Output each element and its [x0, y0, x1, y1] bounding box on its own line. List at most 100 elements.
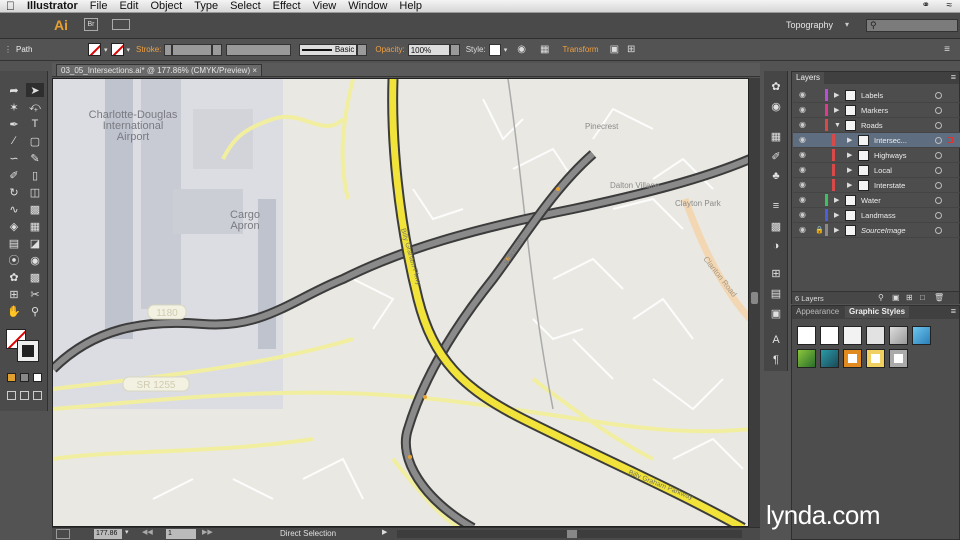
zoom-field[interactable]: 177.86	[94, 529, 122, 539]
layer-row[interactable]: ◉ 🔒 ▶ SourceImage	[793, 223, 960, 238]
expand-right-icon[interactable]: ▶	[847, 148, 852, 163]
menu-window[interactable]: Window	[342, 0, 393, 13]
selection-indicator[interactable]	[947, 167, 953, 173]
stroke-color-box[interactable]	[17, 340, 39, 362]
expand-down-icon[interactable]: ▼	[834, 118, 841, 133]
symbol-sprayer-icon[interactable]: ✿	[5, 270, 23, 284]
expand-right-icon[interactable]: ▶	[834, 223, 839, 238]
first-artboard-icon[interactable]: ◀◀	[142, 528, 153, 536]
opacity-field[interactable]: 100%	[407, 43, 450, 56]
anchor-point[interactable]	[556, 187, 560, 191]
menu-effect[interactable]: Effect	[267, 0, 307, 13]
visibility-eye-icon[interactable]: ◉	[799, 135, 808, 144]
style-swatch[interactable]	[797, 349, 816, 368]
delete-layer-icon[interactable]: 🗑	[934, 293, 944, 302]
style-default[interactable]	[797, 326, 816, 345]
eyedropper-icon[interactable]: ⦿	[5, 253, 23, 267]
layer-name[interactable]: Markers	[861, 103, 888, 118]
scroll-thumb[interactable]	[751, 292, 758, 304]
style-none[interactable]	[820, 326, 839, 345]
arrange-icon[interactable]: ⊞	[627, 44, 635, 55]
stroke-panel-icon[interactable]: ≡	[767, 199, 785, 213]
mesh-tool-icon[interactable]: ▤	[5, 236, 23, 250]
visibility-eye-icon[interactable]: ◉	[799, 105, 808, 114]
brush-dropdown[interactable]	[357, 43, 368, 56]
rotate-tool-icon[interactable]: ↻	[5, 185, 23, 199]
visibility-eye-icon[interactable]: ◉	[799, 180, 808, 189]
eraser-icon[interactable]: ▯	[26, 168, 44, 182]
blend-tool-icon[interactable]: ◉	[26, 253, 44, 267]
expand-right-icon[interactable]: ▶	[834, 193, 839, 208]
horizontal-scrollbar[interactable]	[397, 530, 742, 538]
rectangle-tool-icon[interactable]: ▢	[26, 134, 44, 148]
layer-row[interactable]: ◉ ▶ Labels	[793, 88, 960, 103]
visibility-eye-icon[interactable]: ◉	[799, 120, 808, 129]
color-mode-icon[interactable]	[7, 373, 16, 382]
brush-definition[interactable]: Basic	[299, 43, 358, 56]
brushes-icon[interactable]: ✐	[767, 149, 785, 163]
align-icon[interactable]: ▦	[540, 44, 549, 55]
style-swatch[interactable]	[866, 349, 885, 368]
menu-help[interactable]: Help	[393, 0, 428, 13]
expand-right-icon[interactable]: ▶	[834, 208, 839, 223]
make-clipping-mask-icon[interactable]: ▣	[892, 293, 900, 302]
visibility-eye-icon[interactable]: ◉	[799, 210, 808, 219]
layer-name[interactable]: Interstate	[874, 178, 905, 193]
draw-normal-icon[interactable]	[7, 391, 16, 400]
locate-object-icon[interactable]: ⚲	[878, 293, 884, 302]
new-sublayer-icon[interactable]: ⊞	[906, 293, 913, 302]
layer-name[interactable]: SourceImage	[861, 223, 906, 238]
visibility-eye-icon[interactable]: ◉	[799, 195, 808, 204]
draw-behind-icon[interactable]	[20, 391, 29, 400]
creative-cloud-icon[interactable]: ⚭	[922, 0, 930, 11]
bridge-button[interactable]: Br	[84, 18, 98, 31]
align-panel-icon[interactable]: ▤	[767, 286, 785, 300]
next-artboard-icon[interactable]: ▶▶	[202, 528, 213, 536]
current-tool-status[interactable]: Direct Selection	[280, 529, 336, 538]
transform-link[interactable]: Transform	[562, 45, 598, 54]
opacity-label[interactable]: Opacity:	[375, 45, 404, 54]
layer-row[interactable]: ◉ ▶ Markers	[793, 103, 960, 118]
layer-name[interactable]: Highways	[874, 148, 907, 163]
close-icon[interactable]: ×	[252, 66, 257, 75]
panel-menu-icon[interactable]: ≡	[951, 72, 956, 82]
none-mode-icon[interactable]	[33, 373, 42, 382]
selection-indicator[interactable]	[947, 92, 953, 98]
visibility-eye-icon[interactable]: ◉	[799, 90, 808, 99]
panel-menu-icon[interactable]: ≡	[951, 306, 956, 316]
app-menu[interactable]: Illustrator	[21, 0, 84, 13]
selection-indicator[interactable]	[947, 137, 953, 143]
target-icon[interactable]	[935, 122, 942, 129]
layer-name[interactable]: Local	[874, 163, 892, 178]
selection-tool-icon[interactable]: ➦	[5, 83, 23, 97]
style-swatch[interactable]	[889, 326, 908, 345]
color-guide-icon[interactable]: ✿	[767, 79, 785, 93]
target-icon[interactable]	[935, 227, 942, 234]
perspective-grid-icon[interactable]: ▦	[26, 219, 44, 233]
swatches-icon[interactable]: ◉	[767, 99, 785, 113]
scale-tool-icon[interactable]: ◫	[26, 185, 44, 199]
layer-name[interactable]: Water	[861, 193, 881, 208]
chevron-down-icon[interactable]: ▾	[127, 46, 131, 54]
stroke-label[interactable]: Stroke:	[136, 45, 161, 54]
layer-row[interactable]: ◉ ▶ Local	[793, 163, 960, 178]
target-icon[interactable]	[935, 137, 942, 144]
expand-right-icon[interactable]: ▶	[847, 163, 852, 178]
selection-indicator[interactable]	[947, 227, 953, 233]
pencil-icon[interactable]: ✎	[26, 151, 44, 165]
vertical-scrollbar[interactable]	[749, 78, 760, 527]
visibility-eye-icon[interactable]: ◉	[799, 150, 808, 159]
chevron-down-icon[interactable]: ▾	[125, 528, 129, 536]
style-swatch[interactable]	[843, 349, 862, 368]
transform-panel-icon[interactable]: ⊞	[767, 266, 785, 280]
isolate-icon[interactable]: ▣	[610, 44, 619, 55]
type-tool-icon[interactable]: T	[26, 117, 44, 131]
gradient-tool-icon[interactable]: ◪	[26, 236, 44, 250]
layer-row[interactable]: ◉ ▶ Intersec...	[793, 133, 960, 148]
zoom-tool-icon[interactable]: ⚲	[26, 304, 44, 318]
expand-right-icon[interactable]: ▶	[847, 178, 852, 193]
artboard-tool-icon[interactable]: ⊞	[5, 287, 23, 301]
target-icon[interactable]	[935, 92, 942, 99]
line-tool-icon[interactable]: ∕	[5, 134, 23, 148]
layer-row[interactable]: ◉ ▶ Interstate	[793, 178, 960, 193]
